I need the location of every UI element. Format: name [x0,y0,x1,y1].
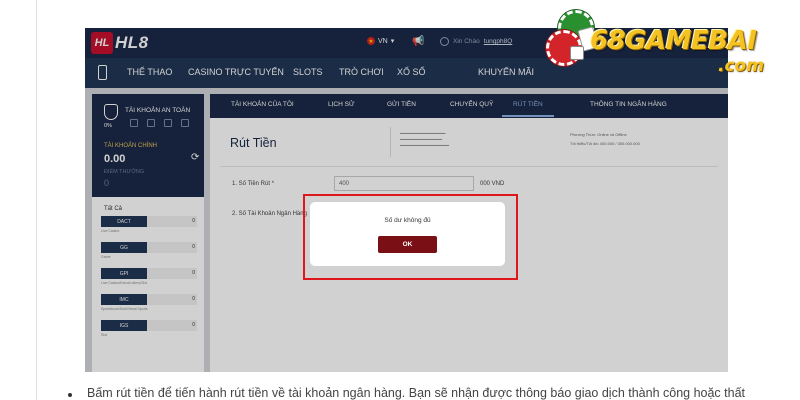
article-page: HL HL8 ★ VN ▾ 📢 Xin Chào tungph8Q THỂ TH… [0,0,800,400]
dice-icon [570,46,584,60]
highlight-frame [303,194,518,280]
watermark-brand: 68GAMEBAI [590,26,757,56]
watermark-domain: .com [718,56,764,76]
content-left-border [36,0,37,400]
article-caption: Bấm rút tiền để tiến hành rút tiền về tà… [87,386,746,400]
bullet-icon [68,393,72,397]
brand-watermark: 68GAMEBAI .com [540,8,795,76]
screenshot-frame: HL HL8 ★ VN ▾ 📢 Xin Chào tungph8Q THỂ TH… [85,28,728,372]
